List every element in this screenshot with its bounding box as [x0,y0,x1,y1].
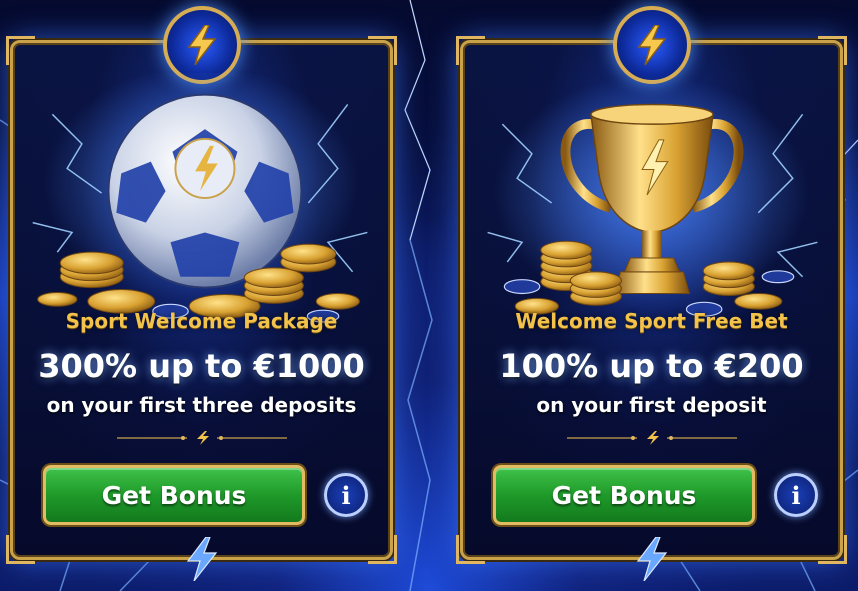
frame-corner [818,36,847,65]
bonus-amount: 300% up to €1000 [38,347,365,385]
bonus-subtitle: on your first three deposits [46,393,357,417]
bonus-card-sport-welcome-package: Sport Welcome Package 300% up to €1000 o… [6,6,397,581]
lightning-bottom-ornament-icon [186,537,217,581]
bonus-card-welcome-sport-free-bet: Welcome Sport Free Bet 100% up to €200 o… [456,6,847,581]
info-button[interactable]: i [774,473,818,517]
ornament-divider [566,431,737,445]
bonus-title: Welcome Sport Free Bet [515,309,788,333]
ornament-divider [116,431,287,445]
bonus-amount: 100% up to €200 [499,347,804,385]
frame-corner [368,36,397,65]
frame-corner [456,535,485,564]
gold-trophy-with-coins-icon [487,74,818,317]
get-bonus-button[interactable]: Get Bonus [493,465,755,525]
lightning-bottom-ornament-icon [636,537,667,581]
frame-corner [6,535,35,564]
frame-corner [6,36,35,65]
bonus-subtitle: on your first deposit [536,393,767,417]
bonus-title: Sport Welcome Package [65,309,338,333]
info-button[interactable]: i [324,473,368,517]
frame-corner [456,36,485,65]
get-bonus-button[interactable]: Get Bonus [43,465,305,525]
soccer-ball-with-gold-coins-icon [32,73,368,323]
frame-corner [368,535,397,564]
frame-corner [818,535,847,564]
